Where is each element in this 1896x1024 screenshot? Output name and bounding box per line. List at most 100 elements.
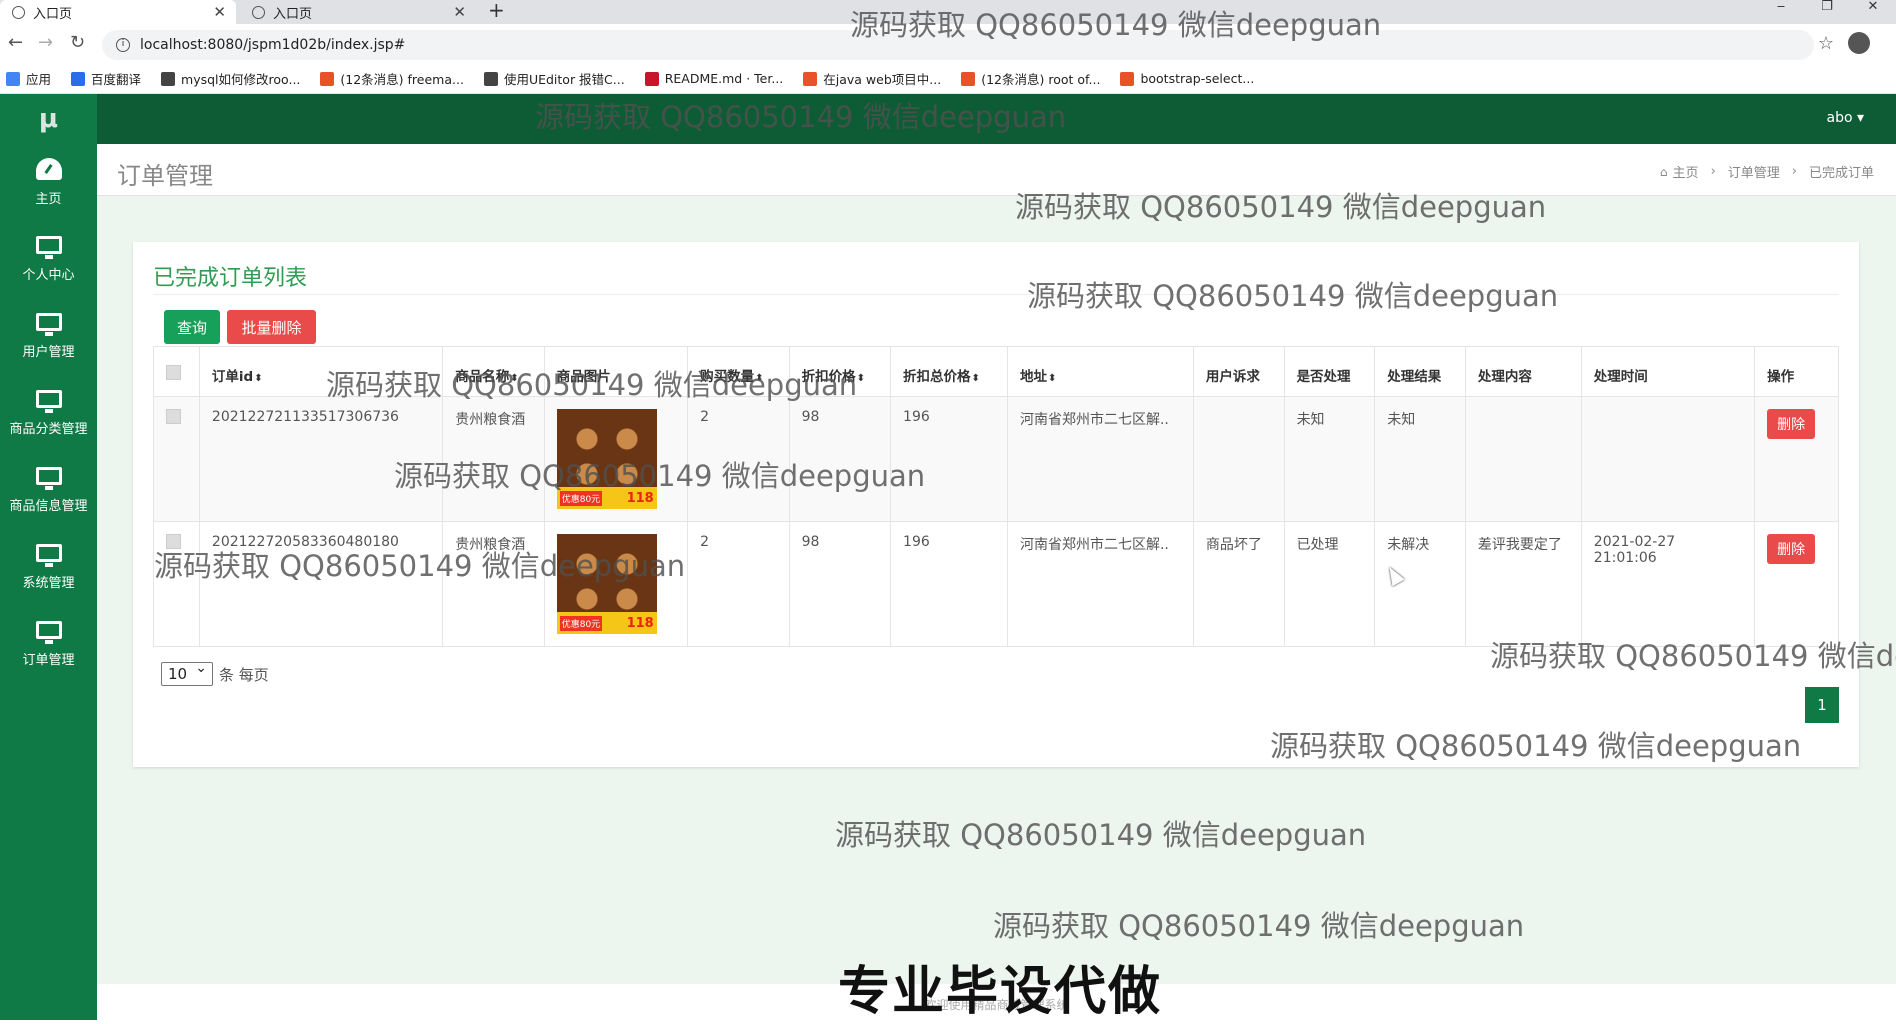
bookmark-favicon-icon xyxy=(6,71,20,86)
home-icon: ⌂ xyxy=(1659,164,1668,179)
chevron-right-icon: › xyxy=(1710,164,1716,179)
bookmark-item[interactable]: 在java web项目中... xyxy=(803,69,941,88)
column-header-label: 商品图片 xyxy=(556,369,611,385)
row-checkbox[interactable] xyxy=(166,409,181,424)
bookmark-favicon-icon xyxy=(961,71,976,86)
sidebar-item[interactable]: 商品信息管理 xyxy=(0,452,97,529)
select-all-checkbox[interactable] xyxy=(166,365,181,380)
sidebar-item[interactable]: 系统管理 xyxy=(0,529,97,606)
bulk-delete-button[interactable]: 批量删除 xyxy=(227,310,316,344)
cell-appeal: 商品坏了 xyxy=(1192,521,1285,647)
sidebar-item-label: 用户管理 xyxy=(22,345,75,360)
actions-cell: 删除 xyxy=(1754,521,1839,647)
logo: μ xyxy=(38,104,59,134)
pagination-page-1[interactable]: 1 xyxy=(1805,687,1839,723)
bookmark-item[interactable]: (12条消息) root of... xyxy=(961,69,1100,88)
actions-cell: 删除 xyxy=(1754,396,1839,522)
restore-icon[interactable]: ❐ xyxy=(1804,0,1850,24)
column-header[interactable]: 商品名称⬍ xyxy=(442,346,545,397)
column-header[interactable]: 折扣总价格⬍ xyxy=(890,346,1008,397)
user-menu[interactable]: abo ▾ xyxy=(1826,110,1864,126)
column-header[interactable]: 折扣价格⬍ xyxy=(788,346,892,397)
column-header: 用户诉求 xyxy=(1192,346,1285,397)
sort-icon[interactable]: ⬍ xyxy=(972,373,980,384)
address-bar[interactable]: i localhost:8080/jspm1d02b/index.jsp# xyxy=(102,30,1814,60)
sort-icon[interactable]: ⬍ xyxy=(755,373,763,384)
column-header-label: 操作 xyxy=(1767,369,1795,385)
browser-tab[interactable]: 入口页 ✕ xyxy=(240,0,476,24)
bookmark-item[interactable]: (12条消息) freema... xyxy=(320,69,464,88)
column-header-label: 处理时间 xyxy=(1593,369,1648,385)
info-icon[interactable]: i xyxy=(116,38,130,52)
sidebar-item[interactable]: 个人中心 xyxy=(0,221,97,298)
product-image-ribbon: 优惠80元 118 xyxy=(556,487,657,509)
new-tab-icon[interactable]: + xyxy=(488,0,505,24)
breadcrumb-section[interactable]: 订单管理 xyxy=(1728,162,1780,181)
sidebar-item[interactable]: 订单管理 xyxy=(0,606,97,683)
profile-avatar[interactable] xyxy=(1848,32,1870,54)
close-icon[interactable]: ✕ xyxy=(213,3,226,21)
cell-address: 河南省郑州市二七区解.. xyxy=(1006,396,1194,522)
bookmark-item[interactable]: mysql如何修改roo... xyxy=(161,69,300,88)
sort-icon[interactable]: ⬍ xyxy=(510,373,518,384)
sort-icon[interactable]: ⬍ xyxy=(254,373,262,384)
reload-icon[interactable]: ↻ xyxy=(70,32,85,53)
product-image: 优惠80元 118 xyxy=(556,534,657,634)
orders-table: 订单id⬍ 商品名称⬍ 商品图片 购买数量⬍ 折扣价格⬍ 折扣总价格⬍ 地址⬍ 用户诉求 是否处… xyxy=(153,346,1839,647)
minimize-icon[interactable]: ‒ xyxy=(1758,0,1804,24)
query-button[interactable]: 查询 xyxy=(164,310,220,344)
bookmark-item[interactable]: 应用 xyxy=(6,69,51,88)
sidebar-item[interactable]: 主页 xyxy=(0,144,97,221)
image-discount-text: 优惠80元 xyxy=(559,615,603,631)
monitor-icon xyxy=(35,467,62,490)
image-price-text: 118 xyxy=(626,490,654,506)
column-header: 处理结果 xyxy=(1374,346,1466,397)
forward-icon[interactable]: → xyxy=(38,32,53,53)
row-select-cell xyxy=(153,521,200,647)
bookmark-label: 应用 xyxy=(26,72,52,87)
bookmark-item[interactable]: 百度翻译 xyxy=(71,69,141,88)
bookmark-star-icon[interactable]: ☆ xyxy=(1818,33,1834,54)
back-icon[interactable]: ← xyxy=(8,32,23,53)
column-header: 操作 xyxy=(1754,346,1839,397)
cell-name: 贵州粮食酒 xyxy=(442,521,545,647)
cell-result: 未解决 xyxy=(1374,521,1466,647)
window-controls: ‒ ❐ ✕ xyxy=(1758,0,1896,24)
page-size-control: 10 条 每页 xyxy=(161,660,269,686)
globe-icon xyxy=(252,5,265,19)
cell-id: 202122721133517306736 xyxy=(198,396,444,522)
column-header[interactable]: 购买数量⬍ xyxy=(687,346,790,397)
delete-button[interactable]: 删除 xyxy=(1767,534,1816,564)
image-price-text: 118 xyxy=(626,615,654,631)
delete-button[interactable]: 删除 xyxy=(1767,409,1816,439)
bookmark-favicon-icon xyxy=(320,71,335,86)
monitor-icon xyxy=(35,313,62,336)
app-root: μ 主页 个人中心 用户管理 商品分类管理 商品信息管理 系统管理 订单管理 abo ▾ 订… xyxy=(0,94,1896,1020)
sidebar-item[interactable]: 商品分类管理 xyxy=(0,375,97,452)
row-checkbox[interactable] xyxy=(166,534,181,549)
breadcrumb-home[interactable]: 主页 xyxy=(1673,162,1699,181)
cell-content xyxy=(1464,396,1582,522)
column-header[interactable]: 订单id⬍ xyxy=(198,346,444,397)
column-header-label: 商品名称 xyxy=(455,369,510,385)
browser-tab[interactable]: 入口页 ✕ xyxy=(0,0,236,24)
dashboard-icon xyxy=(35,158,62,180)
close-icon[interactable]: ✕ xyxy=(453,3,466,21)
bookmark-item[interactable]: README.md · Ter... xyxy=(644,71,784,86)
bookmark-label: README.md · Ter... xyxy=(664,71,784,86)
cell-id: 2021227205833604801­80 xyxy=(198,521,444,647)
bookmark-item[interactable]: 使用UEditor 报错C... xyxy=(483,69,625,88)
page-size-select[interactable]: 10 xyxy=(161,660,213,686)
sort-icon[interactable]: ⬍ xyxy=(857,373,865,384)
column-header-label: 订单id xyxy=(211,369,254,385)
table-row: 202122721133517306736 贵州粮食酒 优惠80元 118 2 98 196… xyxy=(153,396,1839,522)
column-header[interactable]: 地址⬍ xyxy=(1006,346,1194,397)
sort-icon[interactable]: ⬍ xyxy=(1048,373,1056,384)
page-size-suffix: 条 每页 xyxy=(219,665,269,684)
url-text[interactable]: localhost:8080/jspm1d02b/index.jsp# xyxy=(140,37,405,53)
monitor-icon xyxy=(35,236,62,259)
sidebar-item[interactable]: 用户管理 xyxy=(0,298,97,375)
cell-quantity: 2 xyxy=(687,521,790,647)
close-window-icon[interactable]: ✕ xyxy=(1850,0,1896,24)
bookmark-item[interactable]: bootstrap-select... xyxy=(1120,71,1254,86)
